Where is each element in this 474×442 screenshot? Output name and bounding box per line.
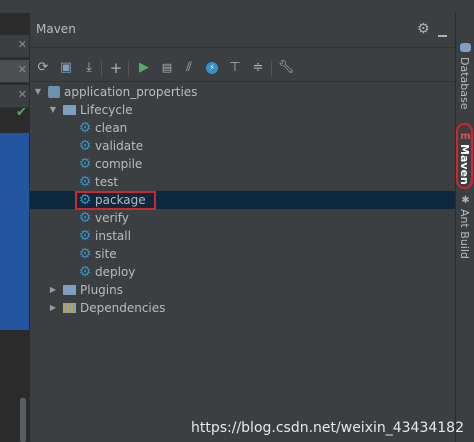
add-icon[interactable]: + — [107, 59, 125, 77]
expanded-arrow-icon[interactable]: ▼ — [33, 83, 43, 101]
annotation-oval — [456, 123, 473, 189]
gear-icon: ⚙ — [78, 264, 92, 280]
gear-icon: ⚙ — [78, 174, 92, 190]
plugins-label: Plugins — [80, 283, 123, 297]
toolbar-separator — [271, 61, 272, 77]
close-icon[interactable]: ✕ — [18, 38, 27, 51]
dependencies-icon — [63, 303, 76, 313]
gear-icon[interactable]: ⚙ — [417, 21, 430, 37]
lifecycle-label: Lifecycle — [80, 103, 133, 117]
settings-wrench-icon[interactable]: 🔧︎ — [277, 59, 295, 77]
panel-header: Maven ⚙ — [30, 13, 455, 48]
expanded-arrow-icon[interactable]: ▼ — [48, 101, 58, 119]
gear-icon: ⚙ — [78, 228, 92, 244]
tree-node-dependencies[interactable]: ▶ Dependencies — [30, 299, 455, 317]
ant-icon: ✱ — [461, 195, 470, 206]
tree-node-project[interactable]: ▼ application_properties — [30, 83, 455, 101]
editor-pane-sliver: ✕ ✕ ✕ ✔ — [0, 13, 30, 442]
goal-label: site — [95, 247, 117, 261]
toolbar-separator — [101, 61, 102, 77]
lifecycle-goal-validate[interactable]: ⚙ validate — [30, 137, 455, 155]
run-icon[interactable]: ▶ — [135, 59, 153, 77]
run-config-icon[interactable]: ▤ — [158, 59, 176, 77]
lifecycle-goal-test[interactable]: ⚙ test — [30, 173, 455, 191]
goal-label: clean — [95, 121, 128, 135]
maven-projects-tree: ▼ application_properties ▼ Lifecycle ⚙ c… — [30, 83, 455, 433]
goal-label: install — [95, 229, 131, 243]
right-tool-strip: d Database m Maven ✱ Ant Build — [455, 13, 474, 442]
lifecycle-goal-clean[interactable]: ⚙ clean — [30, 119, 455, 137]
database-icon: d — [460, 43, 471, 52]
hide-panel-icon[interactable] — [438, 35, 447, 37]
watermark-text: https://blog.csdn.net/weixin_43434182 — [190, 420, 464, 436]
generate-sources-icon[interactable]: ▣ — [57, 59, 75, 77]
tree-node-lifecycle[interactable]: ▼ Lifecycle — [30, 101, 455, 119]
close-icon[interactable]: ✕ — [18, 88, 27, 101]
editor-tab-1[interactable]: ✕ — [0, 35, 29, 58]
maven-module-icon — [48, 86, 60, 98]
folder-icon — [63, 285, 76, 295]
goal-label: test — [95, 175, 119, 189]
lifecycle-goal-site[interactable]: ⚙ site — [30, 245, 455, 263]
lifecycle-goal-compile[interactable]: ⚙ compile — [30, 155, 455, 173]
goal-label: deploy — [95, 265, 136, 279]
dependencies-label: Dependencies — [80, 301, 166, 315]
gear-icon: ⚙ — [78, 246, 92, 262]
maven-toolbar: ⟳ ▣ ⤓ + ▶ ▤ ⫽ ⚡ ⊤ ≑ 🔧︎ — [30, 57, 455, 82]
gear-icon: ⚙ — [78, 156, 92, 172]
toolbar-separator — [128, 61, 129, 77]
refresh-icon[interactable]: ⟳ — [34, 59, 52, 77]
lifecycle-goal-verify[interactable]: ⚙ verify — [30, 209, 455, 227]
tree-node-plugins[interactable]: ▶ Plugins — [30, 281, 455, 299]
gear-icon: ⚙ — [78, 120, 92, 136]
skip-tests-icon[interactable]: ⫽ — [180, 59, 198, 77]
annotation-box — [75, 191, 156, 210]
show-dependencies-icon[interactable]: ⊤ — [226, 59, 244, 77]
goal-label: compile — [95, 157, 143, 171]
collapsed-arrow-icon[interactable]: ▶ — [48, 281, 58, 299]
download-sources-icon[interactable]: ⤓ — [80, 59, 98, 77]
collapse-all-icon[interactable]: ≑ — [249, 59, 267, 77]
project-label: application_properties — [64, 85, 198, 99]
goal-label: validate — [95, 139, 144, 153]
gear-icon: ⚙ — [78, 210, 92, 226]
maven-tool-window: Maven ⚙ ⟳ ▣ ⤓ + ▶ ▤ ⫽ ⚡ ⊤ ≑ 🔧︎ ▼ applica… — [30, 13, 455, 442]
goal-label: verify — [95, 211, 129, 225]
editor-selection-block — [0, 133, 29, 330]
panel-title: Maven — [36, 22, 76, 36]
offline-mode-icon[interactable]: ⚡ — [203, 59, 221, 77]
editor-scrollbar[interactable] — [20, 398, 26, 442]
top-window-edge — [0, 0, 474, 14]
database-tab[interactable]: Database — [458, 57, 471, 110]
ant-build-tab[interactable]: Ant Build — [458, 209, 471, 259]
gear-icon: ⚙ — [78, 138, 92, 154]
folder-icon — [63, 105, 76, 115]
lifecycle-goal-install[interactable]: ⚙ install — [30, 227, 455, 245]
collapsed-arrow-icon[interactable]: ▶ — [48, 299, 58, 317]
lifecycle-goal-deploy[interactable]: ⚙ deploy — [30, 263, 455, 281]
editor-tab-2[interactable]: ✕ — [0, 60, 29, 83]
checkmark-icon: ✔ — [16, 105, 27, 120]
close-icon[interactable]: ✕ — [18, 63, 27, 76]
